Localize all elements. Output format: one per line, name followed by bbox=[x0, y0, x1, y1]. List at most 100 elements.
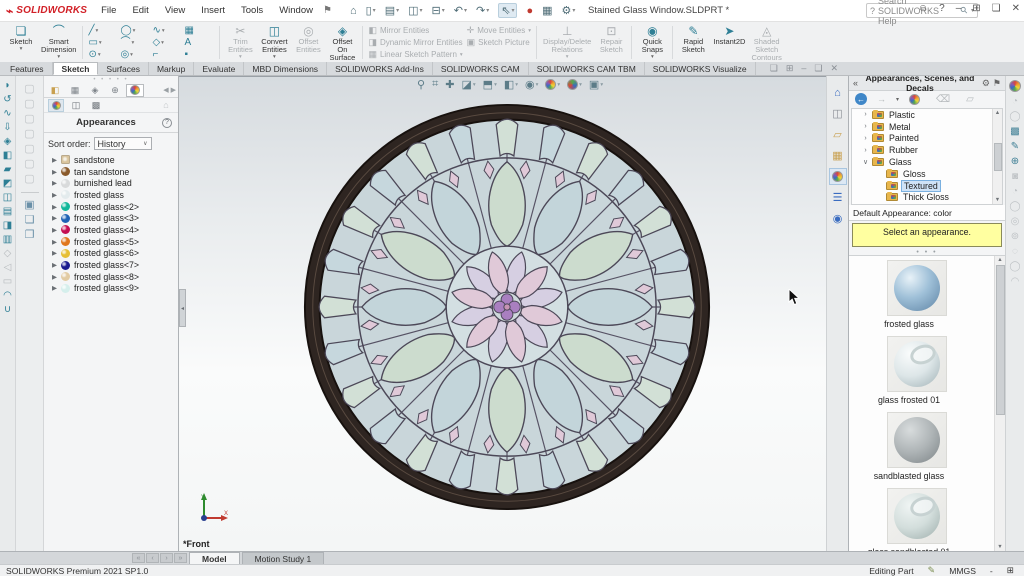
offset-on-surface-button[interactable]: ◈ Offset On Surface bbox=[325, 23, 359, 62]
planar-surface-icon[interactable]: ◧ bbox=[3, 150, 12, 161]
tab-solidworks-cam[interactable]: SOLIDWORKS CAM bbox=[433, 62, 529, 75]
featuremanager-tab[interactable]: ◧ bbox=[46, 84, 64, 97]
sketch-button[interactable]: ❏ Sketch ▾ bbox=[4, 23, 38, 62]
view-appearances-button[interactable] bbox=[48, 99, 64, 112]
toolbar-icon[interactable]: ◯ bbox=[1009, 201, 1020, 212]
back-button[interactable]: ← bbox=[855, 93, 867, 105]
appearance-thumbnail[interactable] bbox=[887, 488, 947, 544]
expander-icon[interactable]: ∨ bbox=[862, 158, 869, 166]
list-item[interactable]: ▶tan sandstone bbox=[44, 166, 178, 178]
file-properties-button[interactable]: ▦ bbox=[542, 4, 552, 17]
list-item[interactable]: ▶frosted glass<4> bbox=[44, 224, 178, 236]
options-gear-icon[interactable]: ⚙ bbox=[982, 78, 990, 89]
list-item[interactable]: ▶burnished lead bbox=[44, 177, 178, 189]
menu-insert[interactable]: Insert bbox=[201, 5, 225, 16]
instant3d-icon[interactable]: ▣ bbox=[24, 200, 34, 211]
list-item[interactable]: ▶frosted glass<7> bbox=[44, 259, 178, 271]
section-view-icon[interactable]: ◪▾ bbox=[461, 78, 475, 91]
expander-icon[interactable]: ▶ bbox=[52, 273, 57, 281]
render-tools-icon[interactable]: ⌂ bbox=[158, 99, 174, 112]
circle-tool-button[interactable]: ◯▾ bbox=[120, 25, 150, 37]
filled-surface-icon[interactable]: ◈ bbox=[4, 136, 12, 147]
offset-entities-button[interactable]: ◎ Offset Entities bbox=[291, 23, 325, 62]
appearance-thumbnail[interactable] bbox=[887, 336, 947, 392]
display-style-icon[interactable]: ◧▾ bbox=[504, 78, 518, 91]
ghost-cube-icon[interactable]: ▢ bbox=[24, 84, 34, 95]
list-item[interactable]: ▶frosted glass bbox=[44, 189, 178, 201]
view-scene-lights-button[interactable]: ▩ bbox=[88, 99, 104, 112]
hide-show-items-icon[interactable]: ◉▾ bbox=[525, 78, 538, 91]
appearances-scenes-decals-tab[interactable] bbox=[829, 168, 847, 185]
slot-tool-button[interactable]: ⊙▾ bbox=[88, 49, 118, 61]
smart-dimension-button[interactable]: ⌒ Smart Dimension ▾ bbox=[38, 23, 79, 62]
tab-scroll-right-icon[interactable]: ▶ bbox=[171, 86, 176, 94]
doc-close-button[interactable]: ✕ bbox=[830, 63, 838, 74]
displaymanager-tab[interactable] bbox=[126, 84, 144, 97]
point-tool-button[interactable]: ▪ bbox=[184, 49, 214, 61]
graphics-area[interactable]: ⚲ ⌗ ✚ ◪▾ ⬒▾ ◧▾ ◉▾ ▾ ▾ ▣▾ bbox=[179, 76, 826, 551]
options-button[interactable]: ⚙▾ bbox=[562, 4, 576, 17]
copy-appearance-icon[interactable]: ❏ bbox=[25, 215, 35, 226]
login-user-icon[interactable]: ☺ bbox=[918, 3, 928, 14]
repair-sketch-button[interactable]: ⊡ Repair Sketch bbox=[594, 23, 628, 62]
minimize-button[interactable]: – bbox=[956, 3, 962, 14]
propertymanager-tab[interactable]: ▦ bbox=[66, 84, 84, 97]
expander-icon[interactable]: ▶ bbox=[52, 261, 57, 269]
delete-face-icon[interactable]: ◫ bbox=[3, 192, 12, 203]
history-caret-icon[interactable]: ▾ bbox=[896, 96, 899, 103]
linear-sketch-pattern-button[interactable]: ▦Linear Sketch Pattern▾ bbox=[368, 49, 462, 60]
units-text[interactable]: MMGS bbox=[949, 566, 976, 576]
instant2d-button[interactable]: ➤ Instant2D bbox=[710, 23, 748, 62]
appearance-thumbnail[interactable] bbox=[887, 412, 947, 468]
view-orientation-icon[interactable]: ⬒▾ bbox=[483, 78, 497, 91]
expander-icon[interactable]: ▶ bbox=[52, 226, 57, 234]
list-item[interactable]: ▶frosted glass<9> bbox=[44, 283, 178, 295]
solidworks-forum-tab[interactable]: ◉ bbox=[829, 210, 847, 227]
tab-evaluate[interactable]: Evaluate bbox=[194, 62, 244, 75]
appearance-thumbnail[interactable] bbox=[887, 260, 947, 316]
untrim-surface-icon[interactable]: ◇ bbox=[4, 248, 12, 259]
first-study-icon[interactable]: « bbox=[132, 553, 145, 563]
prev-study-icon[interactable]: ‹ bbox=[146, 553, 159, 563]
scroll-down-icon[interactable]: ▼ bbox=[997, 544, 1002, 550]
toolbar-icon[interactable]: ◙ bbox=[1012, 171, 1018, 182]
menu-view[interactable]: View bbox=[165, 5, 185, 16]
display-delete-relations-button[interactable]: ⊥ Display/Delete Relations ▾ bbox=[540, 23, 594, 62]
help-circle-icon[interactable]: ? bbox=[162, 118, 172, 128]
thumbnail-scrollbar[interactable]: ▲ ▼ bbox=[994, 256, 1005, 551]
last-study-icon[interactable]: » bbox=[174, 553, 187, 563]
ruled-surface-icon[interactable]: ◩ bbox=[3, 178, 12, 189]
view-settings-icon[interactable]: ▣▾ bbox=[589, 78, 603, 91]
expander-icon[interactable]: › bbox=[862, 147, 869, 154]
view-decals-button[interactable]: ◫ bbox=[68, 99, 84, 112]
zoom-to-area-icon[interactable]: ⌗ bbox=[432, 78, 438, 91]
shaded-sketch-contours-button[interactable]: ◬ Shaded Sketch Contours bbox=[748, 23, 784, 62]
scroll-up-icon[interactable]: ▲ bbox=[997, 257, 1002, 263]
doc-minimize-button[interactable]: – bbox=[801, 63, 806, 74]
tab-surfaces[interactable]: Surfaces bbox=[98, 62, 149, 75]
list-item[interactable]: ▶frosted glass<2> bbox=[44, 201, 178, 213]
offset-surface-icon[interactable]: ▰ bbox=[4, 164, 12, 175]
expander-icon[interactable]: ▶ bbox=[52, 168, 57, 176]
tree-item-metal[interactable]: ›Metal bbox=[852, 121, 1002, 133]
expander-icon[interactable]: ▶ bbox=[52, 214, 57, 222]
expander-icon[interactable]: › bbox=[862, 111, 869, 118]
rectangle-tool-button[interactable]: ▭▾ bbox=[88, 37, 118, 49]
knit-surface-icon[interactable]: ◁ bbox=[4, 262, 12, 273]
ghost-cube-icon[interactable]: ▢ bbox=[24, 174, 34, 185]
ellipse-tool-button[interactable]: ◎▾ bbox=[120, 49, 150, 61]
doc-window-icon-1[interactable]: ❏ bbox=[770, 63, 778, 74]
list-item[interactable]: ▶frosted glass<5> bbox=[44, 236, 178, 248]
collapse-pane-icon[interactable]: « bbox=[853, 78, 858, 88]
trim-entities-button[interactable]: ✂ Trim Entities ▾ bbox=[223, 23, 257, 62]
save-button[interactable]: ◫▾ bbox=[408, 4, 422, 17]
menu-tools[interactable]: Tools bbox=[241, 5, 263, 16]
restore-button[interactable]: ❏ bbox=[992, 3, 1001, 14]
ghost-cube-icon[interactable]: ▢ bbox=[24, 144, 34, 155]
scrollbar-thumb[interactable] bbox=[996, 265, 1005, 415]
tab-markup[interactable]: Markup bbox=[149, 62, 194, 75]
custom-properties-tab[interactable]: ☰ bbox=[829, 189, 847, 206]
toolbar-icon[interactable]: ◯ bbox=[1009, 261, 1020, 272]
dynamic-mirror-button[interactable]: ◨Dynamic Mirror Entities bbox=[368, 37, 462, 48]
tags-icon[interactable]: ⊞ bbox=[1007, 565, 1014, 576]
